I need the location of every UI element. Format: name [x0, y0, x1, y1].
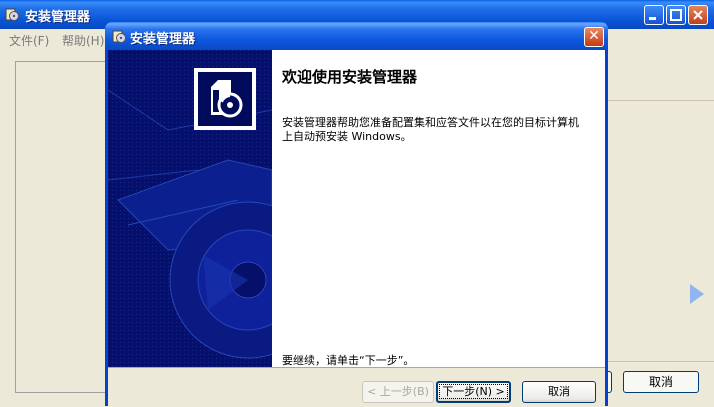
description-text: 安装管理器帮助您准备配置集和应答文件以在您的目标计算机上自动预安装 Window…: [282, 116, 579, 143]
cancel-button[interactable]: 取消: [522, 381, 596, 403]
box-disc-icon: [194, 68, 256, 130]
button-bar: < 上一步(B) 下一步(N) > 取消: [108, 367, 605, 407]
dialog-body: 欢迎使用安装管理器 安装管理器帮助您准备配置集和应答文件以在您的目标计算机上自动…: [108, 50, 605, 407]
wizard-content: 欢迎使用安装管理器 安装管理器帮助您准备配置集和应答文件以在您的目标计算机上自动…: [272, 50, 605, 367]
close-icon: ✕: [588, 28, 600, 44]
wizard-side-banner: [108, 50, 272, 367]
setup-manager-icon: [5, 8, 19, 21]
minimize-button[interactable]: [644, 5, 664, 25]
close-icon: [693, 10, 703, 20]
divider: [606, 100, 714, 101]
main-close-button[interactable]: [688, 5, 708, 25]
page-title: 欢迎使用安装管理器: [282, 68, 418, 86]
main-window-title: 安装管理器: [25, 10, 91, 25]
divider: [606, 361, 714, 362]
arrow-icon: [690, 284, 704, 304]
back-button[interactable]: < 上一步(B): [362, 381, 434, 403]
setup-manager-icon: [112, 30, 126, 43]
maximize-button[interactable]: [666, 5, 686, 25]
menu-help[interactable]: 帮助(H): [62, 32, 104, 49]
minimize-icon: [649, 17, 656, 20]
continue-instruction: 要继续，请单击“下一步”。: [282, 354, 415, 367]
menu-file[interactable]: 文件(F): [9, 32, 49, 49]
dialog-title: 安装管理器: [130, 32, 196, 47]
main-cancel-button[interactable]: 取消: [623, 371, 699, 393]
dialog-close-button[interactable]: ✕: [584, 27, 604, 47]
maximize-icon: [670, 9, 682, 21]
next-button-label: 下一步(N) >: [439, 384, 508, 399]
dialog-titlebar[interactable]: 安装管理器 ✕: [105, 22, 608, 50]
tree-pane[interactable]: [15, 61, 105, 393]
setup-wizard-dialog: 安装管理器 ✕ 欢迎使用安装管理器 安装管理器帮助您准备配置集和应答文件以在您的…: [105, 22, 608, 407]
next-button[interactable]: 下一步(N) >: [436, 381, 511, 403]
